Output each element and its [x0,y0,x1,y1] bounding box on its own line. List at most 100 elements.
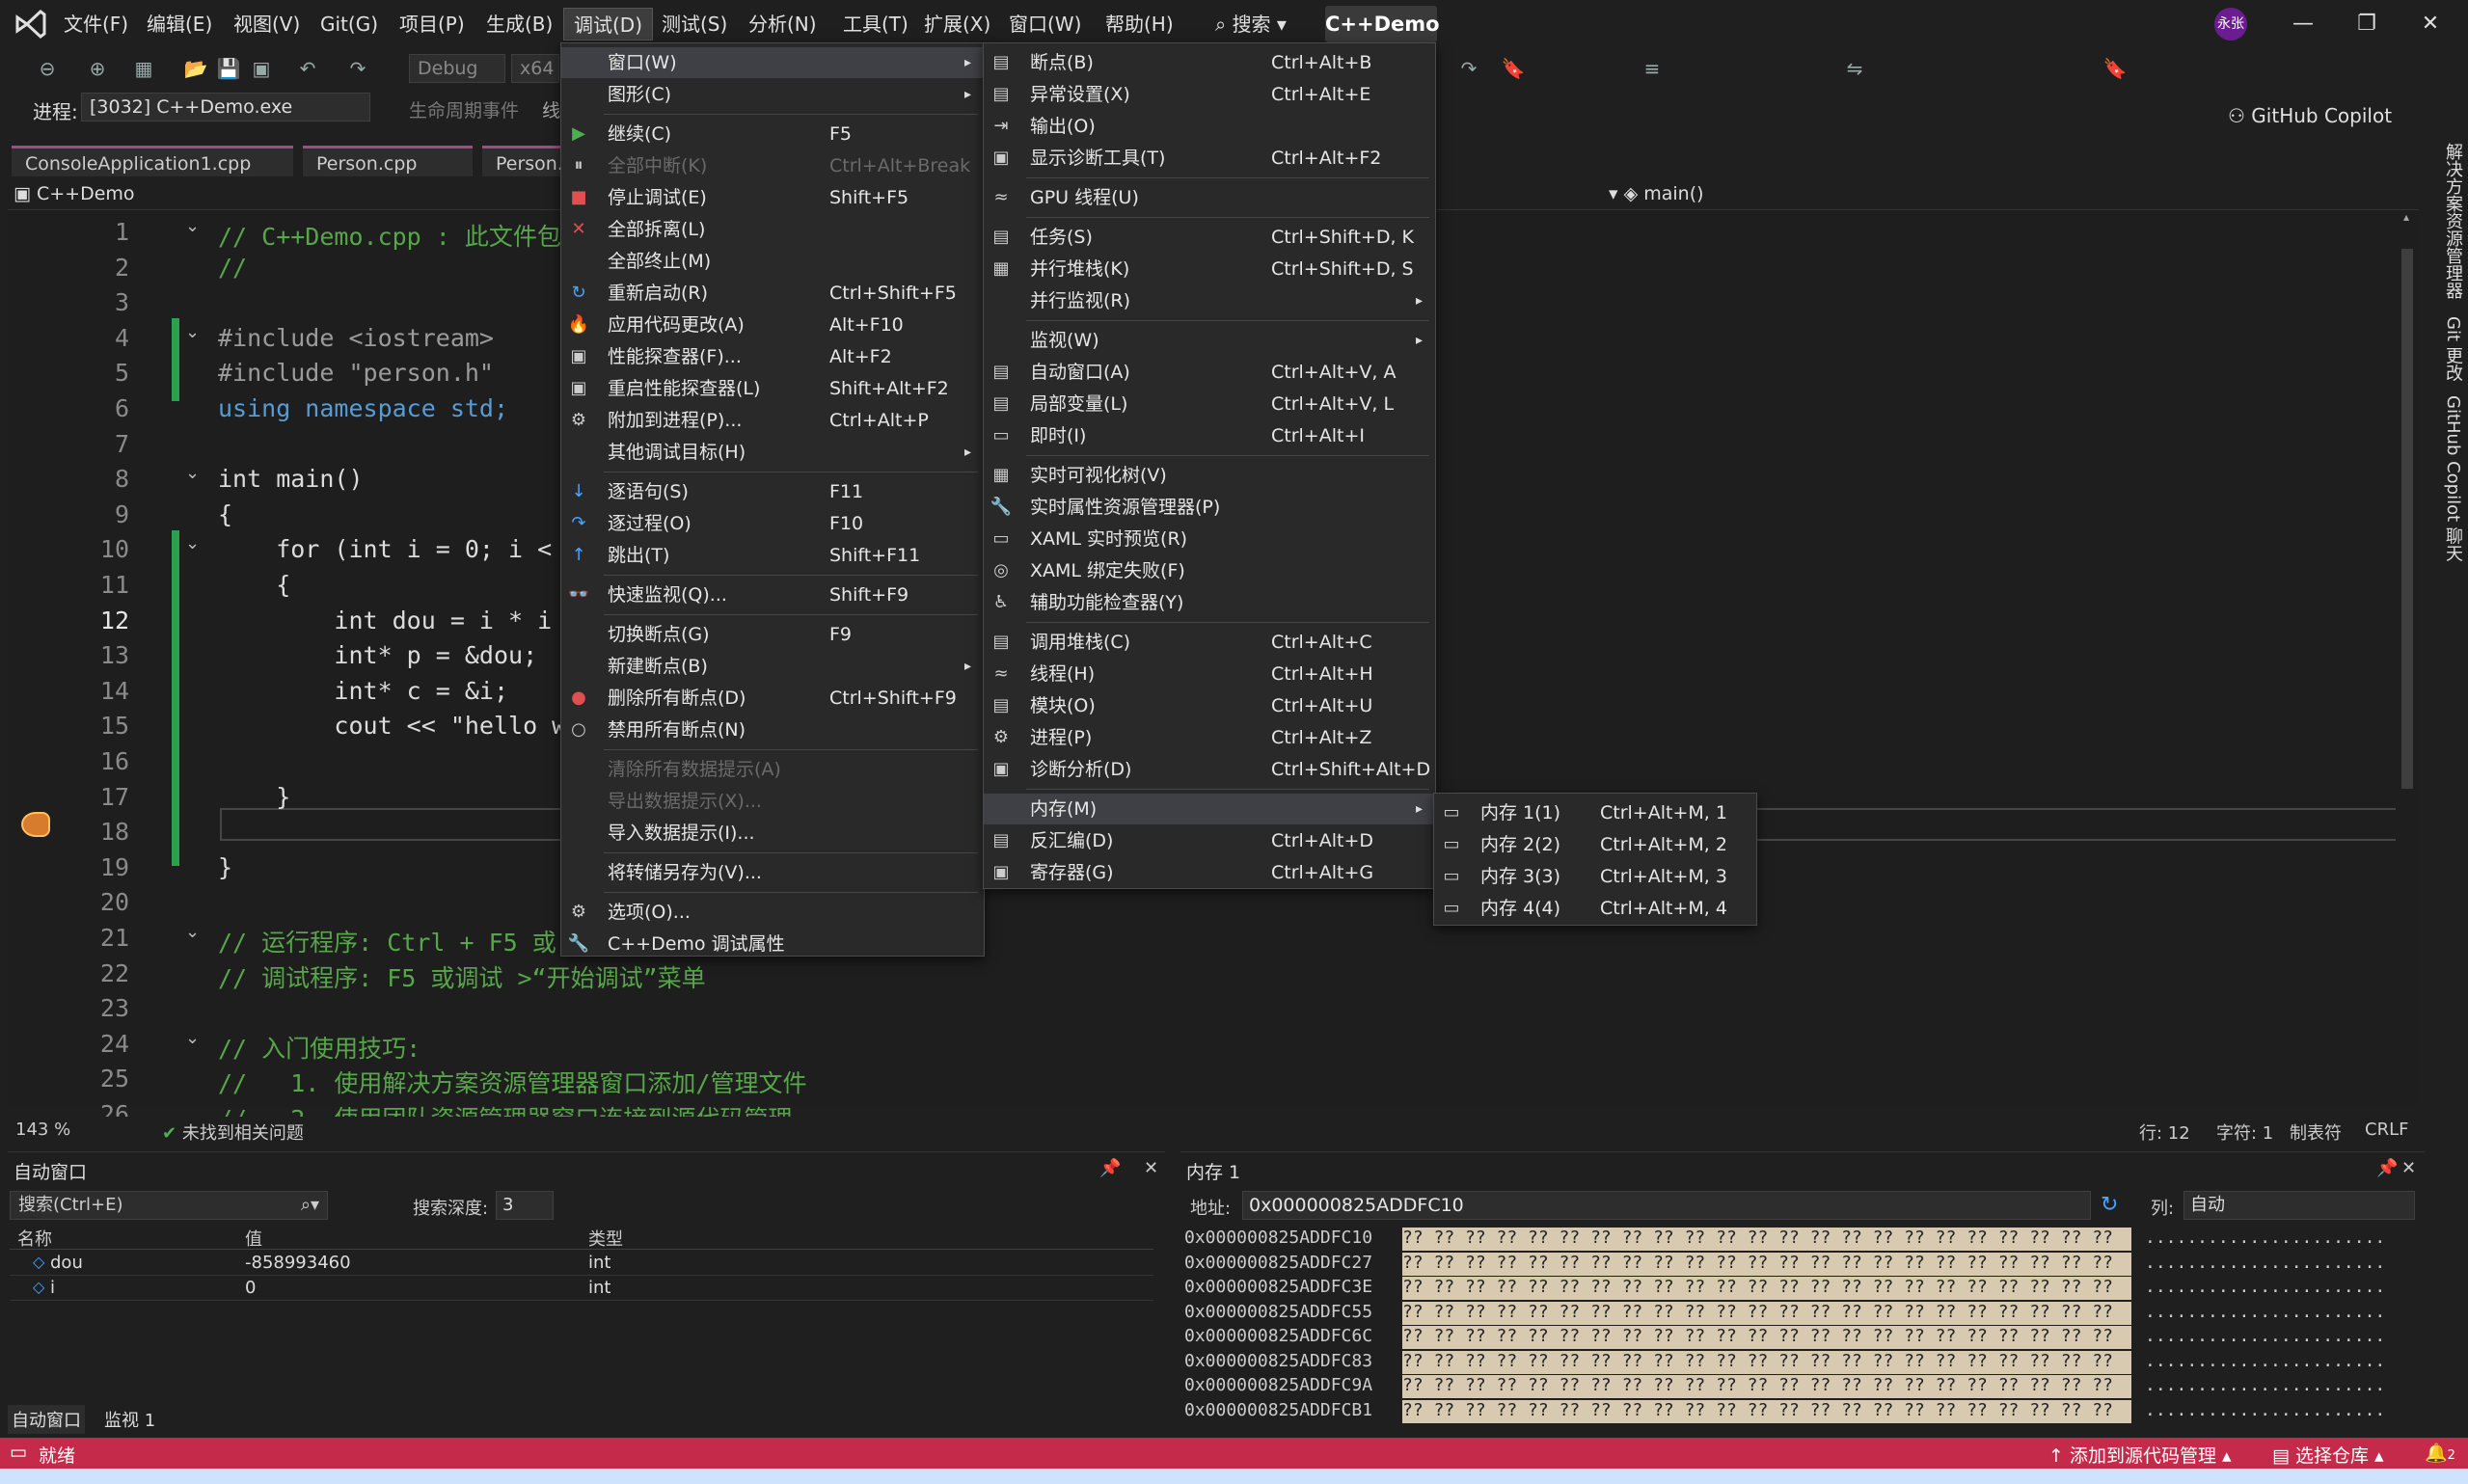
menu-item-4[interactable]: 项目(P) [390,8,475,40]
menu-item[interactable]: ▣ 重启性能探查器(L) Shift+Alt+F2 [561,373,984,404]
search-depth-select[interactable]: 3 [496,1191,554,1220]
fold-chevron-icon[interactable]: ⌄ [185,216,200,236]
memory-bytes[interactable]: ?? ?? ?? ?? ?? ?? ?? ?? ?? ?? ?? ?? ?? ?… [1402,1399,2131,1423]
menu-item[interactable]: ⚙ 进程(P) Ctrl+Alt+Z [984,722,1435,753]
memory-bytes[interactable]: ?? ?? ?? ?? ?? ?? ?? ?? ?? ?? ?? ?? ?? ?… [1402,1301,2131,1325]
save-icon[interactable]: 💾 [216,56,241,81]
git-changes-tab[interactable]: Git 更改 [2440,316,2465,382]
menu-item[interactable]: ↻ 重新启动(R) Ctrl+Shift+F5 [561,278,984,309]
menu-item-0[interactable]: 文件(F) [54,8,138,40]
menu-item[interactable]: 🔧 C++Demo 调试属性 [561,929,984,959]
add-to-source-control[interactable]: ↑ 添加到源代码管理 ▴ [2048,1442,2232,1468]
close-icon[interactable]: ✕ [2411,8,2450,40]
menu-item-12[interactable]: 帮助(H) [1096,8,1183,40]
menu-item[interactable]: ▤ 自动窗口(A) Ctrl+Alt+V, A [984,357,1435,388]
menu-item-11[interactable]: 窗口(W) [999,8,1091,40]
menu-item[interactable]: ▤ 断点(B) Ctrl+Alt+B [984,47,1435,78]
menu-item-7[interactable]: 测试(S) [652,8,737,40]
menu-item[interactable]: ≈ 线程(H) Ctrl+Alt+H [984,659,1435,689]
new-item-icon[interactable]: ▦ [131,56,156,81]
autos-column-header[interactable]: 名称 [17,1226,52,1251]
table-row[interactable]: ◇ dou -858993460 int [10,1253,1153,1276]
variable-value[interactable]: 0 [245,1278,256,1298]
refresh-icon[interactable]: ↻ [2101,1193,2118,1217]
panel-close-icon[interactable]: ✕ [2401,1158,2416,1178]
panel-close-icon[interactable]: ✕ [1144,1158,1158,1178]
comment-icon[interactable]: ≡ [1640,56,1665,81]
menu-item[interactable]: ▭ 内存 2(2) Ctrl+Alt+M, 2 [1434,829,1756,860]
menu-item[interactable]: 新建断点(B) ▸ [561,651,984,682]
configuration-select[interactable]: Debug [409,54,505,83]
menu-item[interactable]: 将转储另存为(V)... [561,857,984,888]
fold-chevron-icon[interactable]: ⌄ [185,1028,200,1048]
solution-explorer-tab[interactable]: 解决方案资源管理器 [2440,143,2465,299]
fold-chevron-icon[interactable]: ⌄ [185,922,200,942]
menu-item[interactable]: ▦ 实时可视化树(V) [984,460,1435,491]
menu-item[interactable]: ▦ 并行堆栈(K) Ctrl+Shift+D, S [984,254,1435,284]
fold-chevron-icon[interactable]: ⌄ [185,533,200,553]
menu-item[interactable]: ⚙ 选项(O)... [561,897,984,928]
menu-item[interactable]: ▭ 内存 3(3) Ctrl+Alt+M, 3 [1434,861,1756,892]
step-over-icon[interactable]: ↷ [1456,56,1481,81]
select-repo[interactable]: ▤ 选择仓库 ▴ [2272,1442,2384,1468]
variable-value[interactable]: -858993460 [245,1253,351,1273]
memory-bytes[interactable]: ?? ?? ?? ?? ?? ?? ?? ?? ?? ?? ?? ?? ?? ?… [1402,1252,2131,1276]
menu-item[interactable]: ◎ XAML 绑定失败(F) [984,555,1435,586]
menu-item[interactable]: 切换断点(G) F9 [561,619,984,650]
menu-item[interactable]: ▤ 模块(O) Ctrl+Alt+U [984,690,1435,721]
menu-item[interactable]: ▤ 调用堆栈(C) Ctrl+Alt+C [984,627,1435,658]
menu-item[interactable]: ⚙ 附加到进程(P)... Ctrl+Alt+P [561,405,984,436]
menu-item[interactable]: ▤ 任务(S) Ctrl+Shift+D, K [984,222,1435,253]
menu-item[interactable]: ≈ GPU 线程(U) [984,182,1435,213]
menu-item[interactable]: ▣ 性能探查器(F)... Alt+F2 [561,341,984,372]
open-icon[interactable]: 📂 [183,56,208,81]
menu-item[interactable]: 内存(M) ▸ [984,794,1435,824]
menu-item[interactable]: ⇥ 输出(O) [984,111,1435,142]
memory-bytes[interactable]: ?? ?? ?? ?? ?? ?? ?? ?? ?? ?? ?? ?? ?? ?… [1402,1228,2131,1251]
autos-column-header[interactable]: 值 [245,1226,262,1251]
doc-tab[interactable]: Person.cpp [303,146,473,176]
format-icon[interactable]: ⇋ [1842,56,1867,81]
save-all-icon[interactable]: ▣ [249,56,274,81]
redo-icon[interactable]: ↷ [345,56,370,81]
pin-icon[interactable]: 📌 [1099,1158,1121,1178]
process-select[interactable]: [3032] C++Demo.exe [81,93,370,121]
menu-item[interactable]: ■ 停止调试(E) Shift+F5 [561,182,984,213]
menu-item-1[interactable]: 编辑(E) [137,8,222,40]
memory-bytes[interactable]: ?? ?? ?? ?? ?? ?? ?? ?? ?? ?? ?? ?? ?? ?… [1402,1277,2131,1300]
menu-item-9[interactable]: 工具(T) [833,8,918,40]
line-ending[interactable]: CRLF [2365,1120,2408,1140]
project-dropdown[interactable]: ▣ C++Demo [14,183,135,204]
menu-item[interactable]: ↓ 逐语句(S) F11 [561,476,984,507]
fold-chevron-icon[interactable]: ⌄ [185,322,200,342]
menu-item[interactable]: ↷ 逐过程(O) F10 [561,508,984,539]
visual-studio-logo-icon[interactable] [12,6,48,42]
menu-item[interactable]: ↑ 跳出(T) Shift+F11 [561,540,984,571]
bookmark-nav-icon[interactable]: 🔖 [2102,56,2128,81]
memory-bytes[interactable]: ?? ?? ?? ?? ?? ?? ?? ?? ?? ?? ?? ?? ?? ?… [1402,1375,2131,1398]
lifecycle-events[interactable]: 生命周期事件 [409,96,519,122]
github-copilot-button[interactable]: ⚇ GitHub Copilot [2228,98,2392,133]
scroll-up-icon[interactable]: ▴ [2403,210,2411,224]
menu-item[interactable]: 🔥 应用代码更改(A) Alt+F10 [561,310,984,340]
menu-item[interactable]: ● 删除所有断点(D) Ctrl+Shift+F9 [561,683,984,714]
issues-indicator[interactable]: ✔ 未找到相关问题 [162,1120,304,1145]
function-dropdown[interactable]: ▾ ◈ main() [1609,183,1704,204]
menu-item[interactable]: ▤ 异常设置(X) Ctrl+Alt+E [984,79,1435,110]
platform-select[interactable]: x64 [511,54,559,83]
menu-item[interactable]: 窗口(W) ▸ [561,47,984,78]
menu-item[interactable]: ♿ 辅助功能检查器(Y) [984,587,1435,618]
notifications-icon[interactable]: 🔔2 [2425,1442,2455,1464]
menu-item[interactable]: ✕ 全部拆离(L) [561,214,984,245]
pin-icon[interactable]: 📌 [2376,1158,2398,1178]
memory-bytes[interactable]: ?? ?? ?? ?? ?? ?? ?? ?? ?? ?? ?? ?? ?? ?… [1402,1350,2131,1374]
menu-item[interactable]: ▭ 内存 4(4) Ctrl+Alt+M, 4 [1434,893,1756,924]
menu-item[interactable]: 导入数据提示(I)... [561,818,984,849]
avatar[interactable]: 永张 [2214,8,2247,40]
menu-item[interactable]: ▣ 诊断分析(D) Ctrl+Shift+Alt+D [984,754,1435,785]
menu-item-6[interactable]: 调试(D) [563,8,654,40]
zoom-level[interactable]: 143 % [15,1120,70,1140]
forward-icon[interactable]: ⊕ [85,56,110,81]
menu-item[interactable]: ▣ 寄存器(G) Ctrl+Alt+G [984,857,1435,888]
autos-search-input[interactable]: 搜索(Ctrl+E) ⌕▾ [10,1191,328,1220]
